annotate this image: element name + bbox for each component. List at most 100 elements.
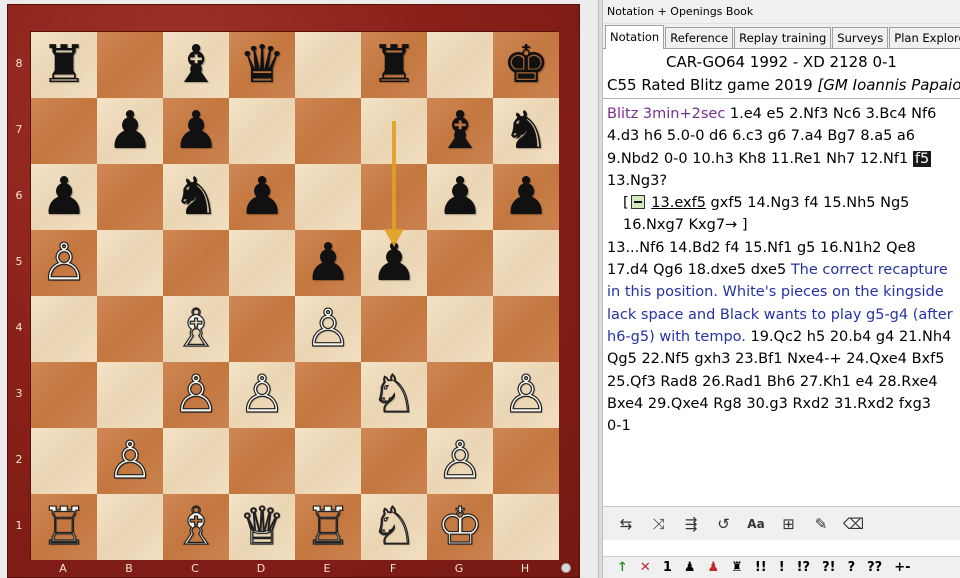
- black-king-h8[interactable]: ♚: [493, 32, 559, 98]
- move[interactable]: 22.Nf5: [641, 351, 689, 367]
- current-move[interactable]: f5: [912, 150, 932, 167]
- move[interactable]: f4: [725, 240, 739, 256]
- move[interactable]: e5: [767, 106, 785, 122]
- black-rook-f8[interactable]: ♜: [361, 32, 427, 98]
- move[interactable]: d6: [709, 128, 727, 144]
- pen-button[interactable]: ✎: [808, 511, 834, 537]
- square-e2[interactable]: [295, 428, 361, 494]
- notation-text[interactable]: Blitz 3min+2sec 1.e4 e5 2.Nf3 Nc6 3.Bc4 …: [603, 98, 960, 502]
- promote-variation-button[interactable]: ⇶: [678, 511, 704, 537]
- move[interactable]: 31.Rxd2: [834, 396, 894, 412]
- move[interactable]: dxe5: [751, 262, 787, 278]
- square-e6[interactable]: [295, 164, 361, 230]
- annotation-symbol-button[interactable]: 1: [663, 560, 672, 575]
- square-b6[interactable]: [97, 164, 163, 230]
- black-bishop-c8[interactable]: ♝: [163, 32, 229, 98]
- black-pawn-b7[interactable]: ♟: [97, 98, 163, 164]
- tree-button[interactable]: ⊞: [776, 511, 802, 537]
- collapse-variation-icon[interactable]: [630, 195, 645, 210]
- move[interactable]: 19.Qc2: [751, 329, 803, 345]
- square-a4[interactable]: [31, 296, 97, 362]
- square-h5[interactable]: [493, 230, 559, 296]
- variation-move[interactable]: 14.Ng3: [747, 195, 799, 211]
- square-d4[interactable]: [229, 296, 295, 362]
- black-bishop-g7[interactable]: ♝: [427, 98, 493, 164]
- black-pawn-c7[interactable]: ♟: [163, 98, 229, 164]
- square-h1[interactable]: [493, 494, 559, 560]
- move[interactable]: gxh3: [694, 351, 730, 367]
- move[interactable]: 11.Re1: [771, 151, 822, 167]
- square-e8[interactable]: [295, 32, 361, 98]
- move[interactable]: Bxe4: [607, 396, 643, 412]
- chessboard[interactable]: ♜ ♝ ♛ ♜ ♚ ♟ ♟ ♝ ♞ ♟ ♞ ♟ ♟ ♟ ♟ ♟ ♙ ♗ ♙ ♙ ♙ ♘ ♙ ♙ ♙ ♖ ♗ ♕ ♖ ♘ ♔: [30, 31, 559, 560]
- white-bishop-c1[interactable]: ♗: [163, 494, 229, 560]
- square-f6[interactable]: [361, 164, 427, 230]
- insert-move-button[interactable]: ⇆: [613, 511, 639, 537]
- white-king-g1[interactable]: ♔: [427, 494, 493, 560]
- square-b3[interactable]: [97, 362, 163, 428]
- white-knight-f1[interactable]: ♘: [361, 494, 427, 560]
- square-g5[interactable]: [427, 230, 493, 296]
- variation-move[interactable]: f4: [804, 195, 818, 211]
- square-b8[interactable]: [97, 32, 163, 98]
- variation-move[interactable]: Kxg7→: [689, 217, 738, 233]
- tab-plan-explorer[interactable]: Plan Explorer: [889, 27, 960, 48]
- move[interactable]: 6.c3: [732, 128, 763, 144]
- move[interactable]: g6: [768, 128, 786, 144]
- black-pawn-d6[interactable]: ♟: [229, 164, 295, 230]
- move[interactable]: 0-0: [664, 151, 688, 167]
- move[interactable]: 13...Nf6: [607, 240, 664, 256]
- square-h4[interactable]: [493, 296, 559, 362]
- move[interactable]: g5: [797, 240, 815, 256]
- move[interactable]: Rg8: [713, 396, 742, 412]
- move[interactable]: 8.a5: [860, 128, 892, 144]
- black-pawn-e5[interactable]: ♟: [295, 230, 361, 296]
- square-b1[interactable]: [97, 494, 163, 560]
- annotation-symbol-button[interactable]: ♟: [684, 560, 696, 575]
- move[interactable]: 17.d4: [607, 262, 649, 278]
- move[interactable]: Nf6: [911, 106, 936, 122]
- eraser-button[interactable]: ⌫: [841, 511, 867, 537]
- move[interactable]: Nh7: [826, 151, 855, 167]
- black-knight-h7[interactable]: ♞: [493, 98, 559, 164]
- move[interactable]: 10.h3: [692, 151, 733, 167]
- move[interactable]: 15.Nf1: [744, 240, 792, 256]
- square-c5[interactable]: [163, 230, 229, 296]
- square-d7[interactable]: [229, 98, 295, 164]
- square-b5[interactable]: [97, 230, 163, 296]
- annotation-symbol-button[interactable]: ?: [848, 560, 856, 575]
- black-pawn-a6[interactable]: ♟: [31, 164, 97, 230]
- move[interactable]: 18.dxe5: [688, 262, 747, 278]
- square-f7[interactable]: [361, 98, 427, 164]
- square-d5[interactable]: [229, 230, 295, 296]
- black-pawn-g6[interactable]: ♟: [427, 164, 493, 230]
- move[interactable]: 1.e4: [730, 106, 762, 122]
- move[interactable]: Nxe4-+: [787, 351, 842, 367]
- move[interactable]: a6: [897, 128, 915, 144]
- annotation-symbol-button[interactable]: !!: [755, 560, 767, 575]
- move[interactable]: 26.Rad1: [702, 374, 762, 390]
- move[interactable]: 12.Nf1: [860, 151, 908, 167]
- annotation-symbol-button[interactable]: ♜: [731, 560, 743, 575]
- white-rook-e1[interactable]: ♖: [295, 494, 361, 560]
- move[interactable]: Rxd2: [792, 396, 829, 412]
- move[interactable]: 30.g3: [746, 396, 788, 412]
- white-pawn-h3[interactable]: ♙: [493, 362, 559, 428]
- tab-replay-training[interactable]: Replay training: [734, 27, 832, 48]
- square-a3[interactable]: [31, 362, 97, 428]
- annotation-symbol-button[interactable]: ♟: [708, 560, 720, 575]
- move[interactable]: 20.b4: [830, 329, 872, 345]
- white-knight-f3[interactable]: ♘: [361, 362, 427, 428]
- variation-move[interactable]: gxf5: [711, 195, 743, 211]
- move[interactable]: Qg5: [607, 351, 637, 367]
- move[interactable]: 3.Bc4: [866, 106, 907, 122]
- annotation-symbol-button[interactable]: ✕: [640, 560, 651, 575]
- move[interactable]: 28.Rxe4: [878, 374, 937, 390]
- white-pawn-d3[interactable]: ♙: [229, 362, 295, 428]
- move[interactable]: 25.Qf3: [607, 374, 656, 390]
- move[interactable]: Kh8: [738, 151, 766, 167]
- white-pawn-b2[interactable]: ♙: [97, 428, 163, 494]
- tab-reference[interactable]: Reference: [665, 27, 734, 48]
- move[interactable]: 27.Kh1: [800, 374, 851, 390]
- square-b4[interactable]: [97, 296, 163, 362]
